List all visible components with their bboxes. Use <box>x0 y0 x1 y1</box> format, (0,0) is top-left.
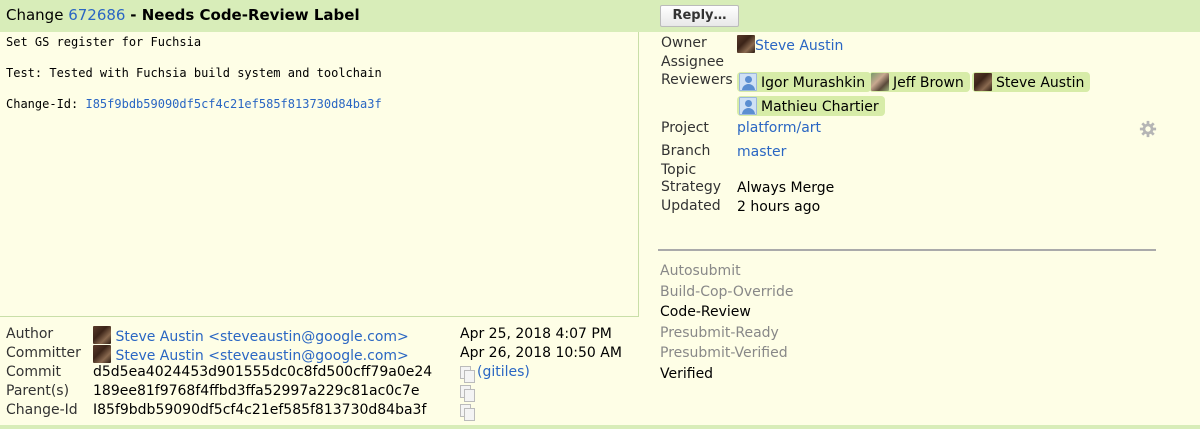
avatar <box>93 345 111 363</box>
avatar <box>974 73 992 91</box>
parents-label: Parent(s) <box>6 383 70 399</box>
change-title: Change 672686 - Needs Code-Review Label <box>6 6 360 24</box>
owner-link[interactable]: Steve Austin <box>755 38 843 54</box>
label-autosubmit[interactable]: Autosubmit <box>660 263 741 279</box>
strategy-label: Strategy <box>661 179 721 195</box>
committer-value[interactable]: Steve Austin <steveaustin@google.com> <box>93 345 409 364</box>
message-change-id-line: Change-Id: I85f9bdb59090df5cf4c21ef585f8… <box>6 97 382 111</box>
avatar <box>739 97 757 115</box>
project-link[interactable]: platform/art <box>737 120 821 136</box>
change-number-link[interactable]: 672686 <box>68 6 125 24</box>
author-link[interactable]: Steve Austin <steveaustin@google.com> <box>115 329 408 345</box>
copy-icon[interactable] <box>460 404 475 421</box>
updated-label: Updated <box>661 198 721 214</box>
branch-label: Branch <box>661 143 711 159</box>
committer-link[interactable]: Steve Austin <steveaustin@google.com> <box>115 348 408 364</box>
label-code-review[interactable]: Code-Review <box>660 304 751 320</box>
gear-icon[interactable] <box>1139 120 1157 138</box>
avatar <box>737 35 755 53</box>
avatar <box>871 73 889 91</box>
reviewer-chip[interactable]: Steve Austin <box>972 72 1091 92</box>
message-subject: Set GS register for Fuchsia <box>6 35 202 49</box>
reviewer-name: Steve Austin <box>996 75 1085 91</box>
project-label: Project <box>661 120 709 136</box>
parent-hash: 189ee81f9768f4ffbd3ffa52997a229c81ac0c7e <box>93 383 420 399</box>
owner-value[interactable]: Steve Austin <box>737 35 843 54</box>
reviewer-chip[interactable]: Jeff Brown <box>869 72 970 92</box>
copy-icon[interactable] <box>460 366 475 383</box>
assignee-label: Assignee <box>661 54 725 70</box>
commit-message-panel: Set GS register for Fuchsia Test: Tested… <box>0 32 639 317</box>
change-prefix: Change <box>6 6 64 24</box>
author-date: Apr 25, 2018 4:07 PM <box>460 326 612 342</box>
author-value[interactable]: Steve Austin <steveaustin@google.com> <box>93 326 409 345</box>
change-id-label: Change-Id <box>6 402 78 418</box>
reviewer-name: Igor Murashkin <box>761 75 866 91</box>
label-presubmit-ready[interactable]: Presubmit-Ready <box>660 325 779 341</box>
avatar <box>93 326 111 344</box>
topic-label: Topic <box>661 162 697 178</box>
reviewer-name: Jeff Brown <box>893 75 964 91</box>
owner-label: Owner <box>661 35 707 51</box>
copy-icon[interactable] <box>460 385 475 402</box>
divider <box>658 249 1156 251</box>
reply-button[interactable]: Reply… <box>660 5 739 27</box>
label-build-cop-override[interactable]: Build-Cop-Override <box>660 284 793 300</box>
strategy-value: Always Merge <box>737 180 835 196</box>
author-label: Author <box>6 326 54 342</box>
gitiles-link[interactable]: (gitiles) <box>477 364 530 380</box>
message-change-id-label: Change-Id: <box>6 97 79 111</box>
bottom-bar <box>0 425 1200 429</box>
message-test-line: Test: Tested with Fuchsia build system a… <box>6 66 382 80</box>
reviewers-label: Reviewers <box>661 72 733 88</box>
committer-label: Committer <box>6 345 81 361</box>
label-presubmit-verified[interactable]: Presubmit-Verified <box>660 345 788 361</box>
change-id-value: I85f9bdb59090df5cf4c21ef585f813730d84ba3… <box>93 402 427 418</box>
label-verified[interactable]: Verified <box>660 366 713 382</box>
committer-date: Apr 26, 2018 10:50 AM <box>460 345 622 361</box>
change-status: - Needs Code-Review Label <box>130 6 360 24</box>
updated-value: 2 hours ago <box>737 199 821 215</box>
message-change-id-link[interactable]: I85f9bdb59090df5cf4c21ef585f813730d84ba3… <box>85 97 381 111</box>
avatar <box>739 73 757 91</box>
reviewer-chip[interactable]: Mathieu Chartier <box>737 96 885 116</box>
reviewer-chip[interactable]: Igor Murashkin <box>737 72 872 92</box>
commit-hash: d5d5ea4024453d901555dc0c8fd500cff79a0e24 <box>93 364 433 380</box>
commit-label: Commit <box>6 364 61 380</box>
branch-link[interactable]: master <box>737 144 786 160</box>
change-header: Change 672686 - Needs Code-Review Label … <box>0 0 1200 32</box>
reviewer-name: Mathieu Chartier <box>761 99 879 115</box>
